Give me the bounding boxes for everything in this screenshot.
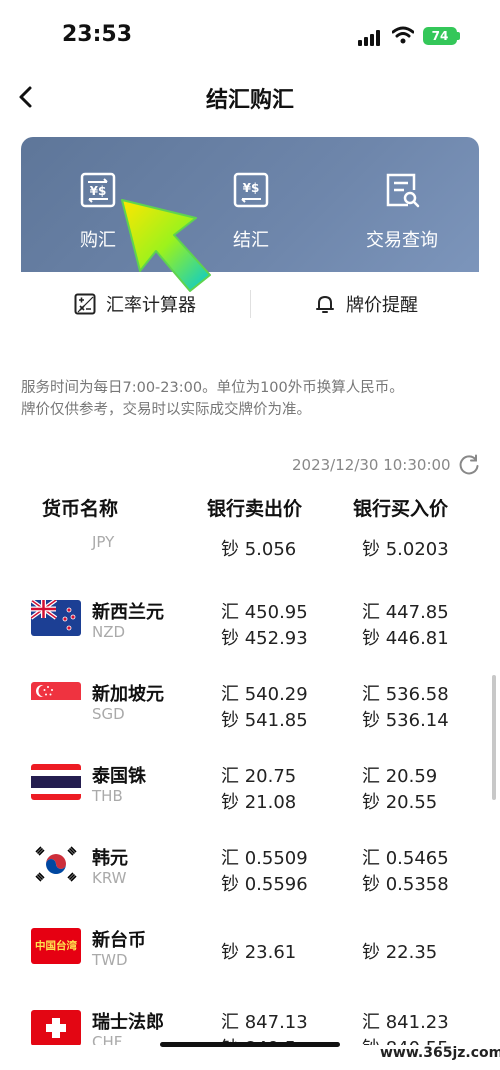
price-alert-label: 牌价提醒 — [346, 295, 418, 316]
sell-transfer: 汇 540.29 — [221, 684, 308, 705]
currency-code: CHF — [92, 1033, 123, 1045]
buy-cash: 钞 840.55 — [362, 1034, 449, 1045]
battery-tip — [457, 32, 460, 40]
currency-name: 新加坡元 — [92, 684, 164, 705]
wifi-icon — [392, 26, 414, 44]
sell-cash: 钞 23.61 — [221, 942, 297, 963]
buy-transfer: 汇 20.59 — [362, 766, 438, 787]
buy-cash: 钞 446.81 — [362, 628, 449, 649]
rate-row-krw[interactable]: 韩元 KRW 汇 0.5509 钞 0.5596 汇 0.5465 钞 0.53… — [0, 836, 500, 918]
notice-line-1: 服务时间为每日7:00-23:00。单位为100外币换算人民币。 — [21, 380, 404, 396]
buy-cash: 钞 536.14 — [362, 710, 449, 731]
flag-new-zealand — [31, 600, 81, 636]
transaction-search-icon — [386, 173, 420, 208]
currency-name: 新台币 — [92, 930, 146, 951]
rate-calculator-label: 汇率计算器 — [106, 295, 196, 316]
rate-calculator-button[interactable]: 汇率计算器 — [74, 288, 196, 320]
refresh-icon[interactable] — [458, 454, 480, 476]
column-header-buy: 银行买入价 — [353, 498, 449, 520]
rate-row-sgd[interactable]: 新加坡元 SGD 汇 540.29 钞 541.85 汇 536.58 钞 53… — [0, 672, 500, 754]
pointer-arrow-icon — [121, 199, 211, 292]
currency-code: SGD — [92, 705, 125, 723]
flag-japan — [31, 535, 81, 543]
currency-code: NZD — [92, 623, 126, 641]
flag-switzerland — [31, 1010, 81, 1045]
currency-name: 瑞士法郎 — [92, 1012, 164, 1033]
rate-row-twd[interactable]: 中国台湾 新台币 TWD 钞 23.61 钞 22.35 — [0, 918, 500, 1000]
currency-code: JPY — [92, 535, 115, 551]
buy-transfer: 汇 536.58 — [362, 684, 449, 705]
column-header-currency: 货币名称 — [42, 498, 119, 520]
currency-code: THB — [92, 787, 123, 805]
flag-thailand — [31, 764, 81, 800]
sell-cash: 钞 21.08 — [221, 792, 297, 813]
bell-icon — [316, 296, 334, 313]
service-notice: 服务时间为每日7:00-23:00。单位为100外币换算人民币。 牌价仅供参考，… — [21, 377, 486, 421]
settlement-icon: ¥$ — [233, 172, 269, 208]
rate-row-nzd[interactable]: 新西兰元 NZD 汇 450.95 钞 452.93 汇 447.85 钞 44… — [0, 590, 500, 672]
currency-code: TWD — [92, 951, 128, 969]
sell-cash: 钞 452.93 — [221, 628, 308, 649]
flag-taiwan: 中国台湾 — [31, 928, 81, 964]
flag-korea — [31, 846, 81, 882]
sell-transfer: 汇 847.13 — [221, 1012, 308, 1033]
sell-cash: 钞 0.5596 — [221, 874, 308, 895]
buy-transfer: 汇 841.23 — [362, 1012, 449, 1033]
buy-transfer: 汇 447.85 — [362, 602, 449, 623]
currency-name: 泰国铢 — [92, 766, 146, 787]
notice-line-2: 牌价仅供参考，交易时以实际成交牌价为准。 — [21, 402, 311, 418]
sell-transfer: 汇 20.75 — [221, 766, 297, 787]
buy-cash: 钞 0.5358 — [362, 874, 449, 895]
cellular-signal-icon — [358, 30, 384, 46]
buy-cash: 钞 5.0203 — [362, 539, 449, 560]
svg-text:¥$: ¥$ — [243, 181, 260, 195]
rate-row-thb[interactable]: 泰国铢 THB 汇 20.75 钞 21.08 汇 20.59 钞 20.55 — [0, 754, 500, 836]
buy-transfer: 汇 0.5465 — [362, 848, 449, 869]
home-indicator[interactable] — [160, 1042, 340, 1047]
transaction-query-label: 交易查询 — [366, 230, 438, 251]
rates-list[interactable]: JPY 钞 5.056 钞 5.0203 新西兰元 NZD 汇 450.95 钞… — [0, 535, 500, 1045]
sell-transfer: 汇 450.95 — [221, 602, 308, 623]
status-time: 23:53 — [62, 22, 133, 47]
tools-divider — [250, 290, 251, 318]
sell-cash: 钞 541.85 — [221, 710, 308, 731]
buy-cash: 钞 22.35 — [362, 942, 438, 963]
buy-cash: 钞 20.55 — [362, 792, 438, 813]
page-title: 结汇购汇 — [205, 88, 294, 113]
currency-code: KRW — [92, 869, 127, 887]
transaction-query-button[interactable]: 交易查询 — [342, 172, 462, 252]
currency-name: 新西兰元 — [92, 602, 164, 623]
watermark: www.365jz.com — [380, 1045, 500, 1061]
calculator-icon — [74, 293, 96, 315]
update-timestamp: 2023/12/30 10:30:00 — [292, 456, 451, 474]
flag-singapore — [31, 682, 81, 718]
battery-indicator: 74 — [423, 27, 457, 45]
list-scrollbar[interactable] — [492, 675, 496, 800]
price-alert-button[interactable]: 牌价提醒 — [314, 288, 418, 320]
sell-transfer: 汇 0.5509 — [221, 848, 308, 869]
rate-row-chf[interactable]: 瑞士法郎 CHF 汇 847.13 钞 849.5 汇 841.23 钞 840… — [0, 1000, 500, 1045]
column-header-sell: 银行卖出价 — [207, 498, 303, 520]
sell-cash: 钞 5.056 — [221, 539, 297, 560]
currency-name: 韩元 — [92, 848, 128, 869]
